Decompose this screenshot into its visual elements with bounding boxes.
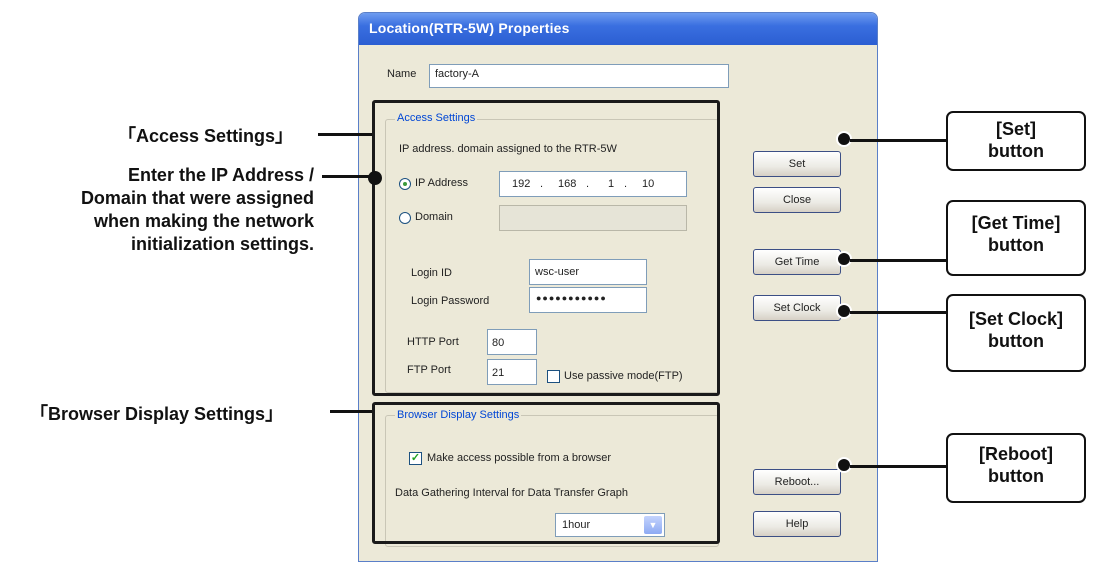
get-time-button[interactable]: Get Time: [753, 249, 841, 275]
set-button[interactable]: Set: [753, 151, 841, 177]
reboot-leader: [850, 465, 946, 468]
set-clock-button[interactable]: Set Clock: [753, 295, 841, 321]
get-time-callout-line-1: [Get Time]: [971, 213, 1061, 233]
get-time-leader: [850, 259, 946, 262]
set-callout-line-2: button: [988, 141, 1044, 161]
set-callout-line-1: [Set]: [996, 119, 1036, 139]
get-time-callout-line-2: button: [988, 235, 1044, 255]
name-label: Name: [387, 68, 417, 80]
enter-ip-leader: [322, 175, 374, 178]
set-button-callout: [Set] button: [946, 111, 1086, 171]
enter-ip-line-3: when making the network: [93, 211, 314, 231]
browser-settings-annotation: 「Browser Display Settings」: [30, 404, 284, 424]
browser-settings-leader: [330, 410, 372, 413]
set-clock-callout-line-2: button: [988, 331, 1044, 351]
get-time-callout: [Get Time] button: [946, 200, 1086, 276]
name-input[interactable]: factory-A: [429, 64, 729, 88]
access-settings-leader: [318, 133, 372, 136]
enter-ip-annotation: Enter the IP Address / Domain that were …: [0, 164, 314, 256]
set-clock-callout: [Set Clock] button: [946, 294, 1086, 372]
ip-radio-marker: [368, 171, 382, 185]
reboot-button[interactable]: Reboot...: [753, 469, 841, 495]
set-button-leader: [850, 139, 946, 142]
browser-settings-highlight: [372, 402, 720, 544]
title-bar[interactable]: Location(RTR-5W) Properties: [359, 13, 877, 45]
help-button[interactable]: Help: [753, 511, 841, 537]
set-clock-leader: [850, 311, 946, 314]
reboot-callout: [Reboot] button: [946, 433, 1086, 503]
reboot-callout-line-1: [Reboot]: [979, 444, 1053, 464]
enter-ip-line-2: Domain that were assigned: [80, 188, 314, 208]
access-settings-annotation: 「Access Settings」: [118, 126, 294, 146]
set-clock-callout-line-1: [Set Clock]: [968, 309, 1064, 329]
reboot-callout-line-2: button: [988, 466, 1044, 486]
enter-ip-line-1: Enter the IP Address /: [127, 165, 314, 185]
access-settings-highlight: [372, 100, 720, 396]
close-button[interactable]: Close: [753, 187, 841, 213]
enter-ip-line-4: initialization settings.: [130, 234, 314, 254]
window-title: Location(RTR-5W) Properties: [369, 20, 570, 36]
